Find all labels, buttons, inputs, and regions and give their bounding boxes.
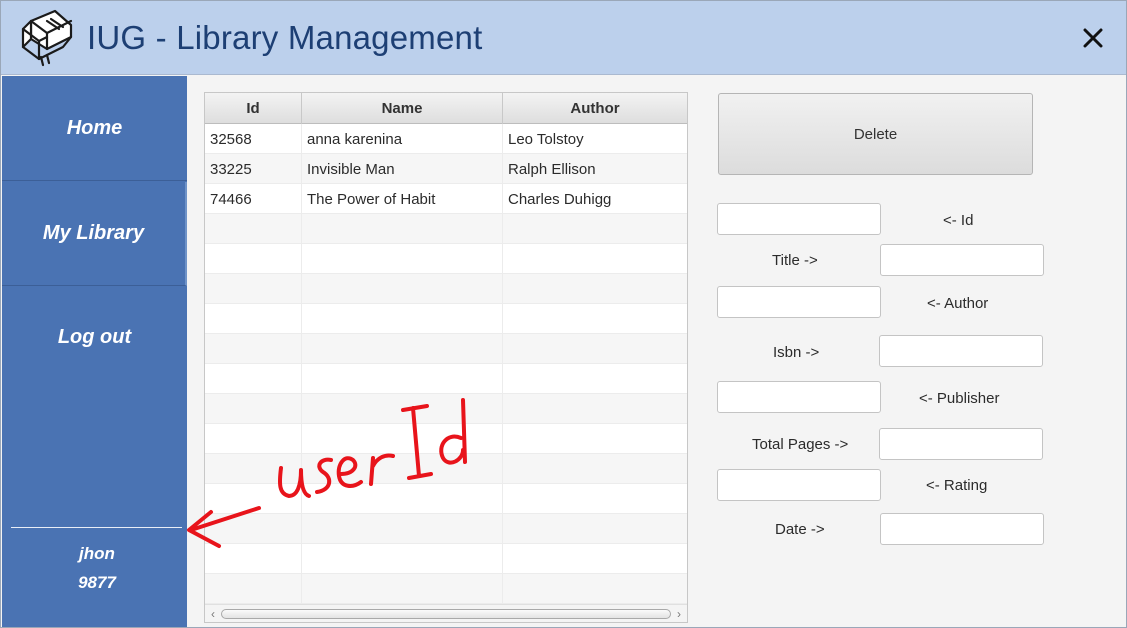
- cell-author: [503, 574, 687, 604]
- table-header: Id Name Author: [205, 93, 687, 124]
- id-label: <- Id: [943, 212, 974, 229]
- author-label: <- Author: [927, 295, 989, 312]
- app-title: IUG - Library Management: [87, 19, 483, 56]
- title-bar: IUG - Library Management: [1, 1, 1126, 75]
- cell-id: 74466: [205, 184, 302, 214]
- cell-id: [205, 364, 302, 394]
- sidebar-divider: [11, 527, 182, 528]
- total-pages-field[interactable]: [879, 428, 1043, 460]
- cell-author: Ralph Ellison: [508, 160, 596, 178]
- chevron-left-icon[interactable]: ‹: [207, 608, 219, 620]
- isbn-label: Isbn ->: [773, 344, 820, 361]
- sidebar-item-label: Log out: [57, 325, 132, 348]
- cell-name: [302, 214, 503, 244]
- cell-name: The Power of Habit: [302, 184, 503, 214]
- cell-name: [302, 304, 503, 334]
- sidebar-item-my-library[interactable]: My Library: [2, 182, 187, 286]
- cell-author: [503, 244, 687, 274]
- cell-name: [302, 574, 503, 604]
- sidebar: Home My Library Log out jhon 9877: [2, 76, 187, 627]
- handwritten-annotation: user Id: [181, 396, 481, 556]
- table-row[interactable]: 74466 The Power of Habit Charles Duhigg: [205, 184, 687, 214]
- table-row[interactable]: [205, 574, 687, 604]
- table-row[interactable]: [205, 334, 687, 364]
- cell-author: [503, 484, 687, 514]
- rating-field[interactable]: [717, 469, 881, 501]
- cell-author: [503, 544, 687, 574]
- column-header-id[interactable]: Id: [205, 93, 302, 124]
- cell-id: 33225: [205, 154, 302, 184]
- delete-button[interactable]: Delete: [718, 93, 1033, 175]
- cell-author: Charles Duhigg: [508, 190, 612, 208]
- table-row[interactable]: 32568 anna karenina Leo Tolstoy: [205, 124, 687, 154]
- table-row[interactable]: [205, 364, 687, 394]
- cell-name: [302, 334, 503, 364]
- user-id: 9877: [78, 573, 116, 592]
- author-field[interactable]: [717, 286, 881, 318]
- close-icon: [1083, 28, 1103, 48]
- date-field[interactable]: [880, 513, 1044, 545]
- cell-id: [205, 334, 302, 364]
- close-button[interactable]: [1078, 23, 1108, 53]
- column-header-name[interactable]: Name: [302, 93, 503, 124]
- user-name: jhon: [79, 544, 115, 563]
- cell-author: [503, 454, 687, 484]
- table-row[interactable]: [205, 304, 687, 334]
- table-row[interactable]: 33225 Invisible Man Ralph Ellison: [205, 154, 687, 184]
- title-field[interactable]: [880, 244, 1044, 276]
- cell-id: [205, 244, 302, 274]
- horizontal-scrollbar[interactable]: ‹ ›: [205, 604, 687, 622]
- cell-id: [205, 274, 302, 304]
- sidebar-item-label: Home: [66, 116, 123, 139]
- cell-author: [503, 424, 687, 454]
- table-row[interactable]: [205, 214, 687, 244]
- column-header-author[interactable]: Author: [503, 93, 687, 124]
- cell-author: [503, 364, 687, 394]
- cell-author: Leo Tolstoy: [508, 130, 584, 148]
- cell-name: Invisible Man: [302, 154, 503, 184]
- cell-author: [503, 334, 687, 364]
- cell-author: [503, 394, 687, 424]
- publisher-field[interactable]: [717, 381, 881, 413]
- cell-author: [503, 214, 687, 244]
- cell-id: 32568: [205, 124, 302, 154]
- cell-id: [205, 304, 302, 334]
- cell-author: [503, 304, 687, 334]
- chevron-right-icon[interactable]: ›: [673, 608, 685, 620]
- sidebar-item-log-out[interactable]: Log out: [2, 287, 187, 387]
- publisher-label: <- Publisher: [919, 390, 1000, 407]
- total-pages-label: Total Pages ->: [752, 436, 849, 453]
- cell-id: [205, 214, 302, 244]
- title-label: Title ->: [772, 252, 818, 269]
- cell-name: anna karenina: [302, 124, 503, 154]
- cell-author: [503, 514, 687, 544]
- sidebar-item-home[interactable]: Home: [2, 76, 187, 181]
- sidebar-item-label: My Library: [42, 222, 145, 244]
- table-row[interactable]: [205, 274, 687, 304]
- book-icon: [17, 7, 77, 69]
- table-row[interactable]: [205, 244, 687, 274]
- cell-name: [302, 364, 503, 394]
- scrollbar-thumb[interactable]: [221, 609, 671, 619]
- app-window: IUG - Library Management Home My Library…: [0, 0, 1127, 628]
- rating-label: <- Rating: [926, 477, 988, 494]
- cell-name: [302, 244, 503, 274]
- date-label: Date ->: [775, 521, 825, 538]
- cell-author: [503, 274, 687, 304]
- cell-name: [302, 274, 503, 304]
- cell-id: [205, 574, 302, 604]
- isbn-field[interactable]: [879, 335, 1043, 367]
- id-field[interactable]: [717, 203, 881, 235]
